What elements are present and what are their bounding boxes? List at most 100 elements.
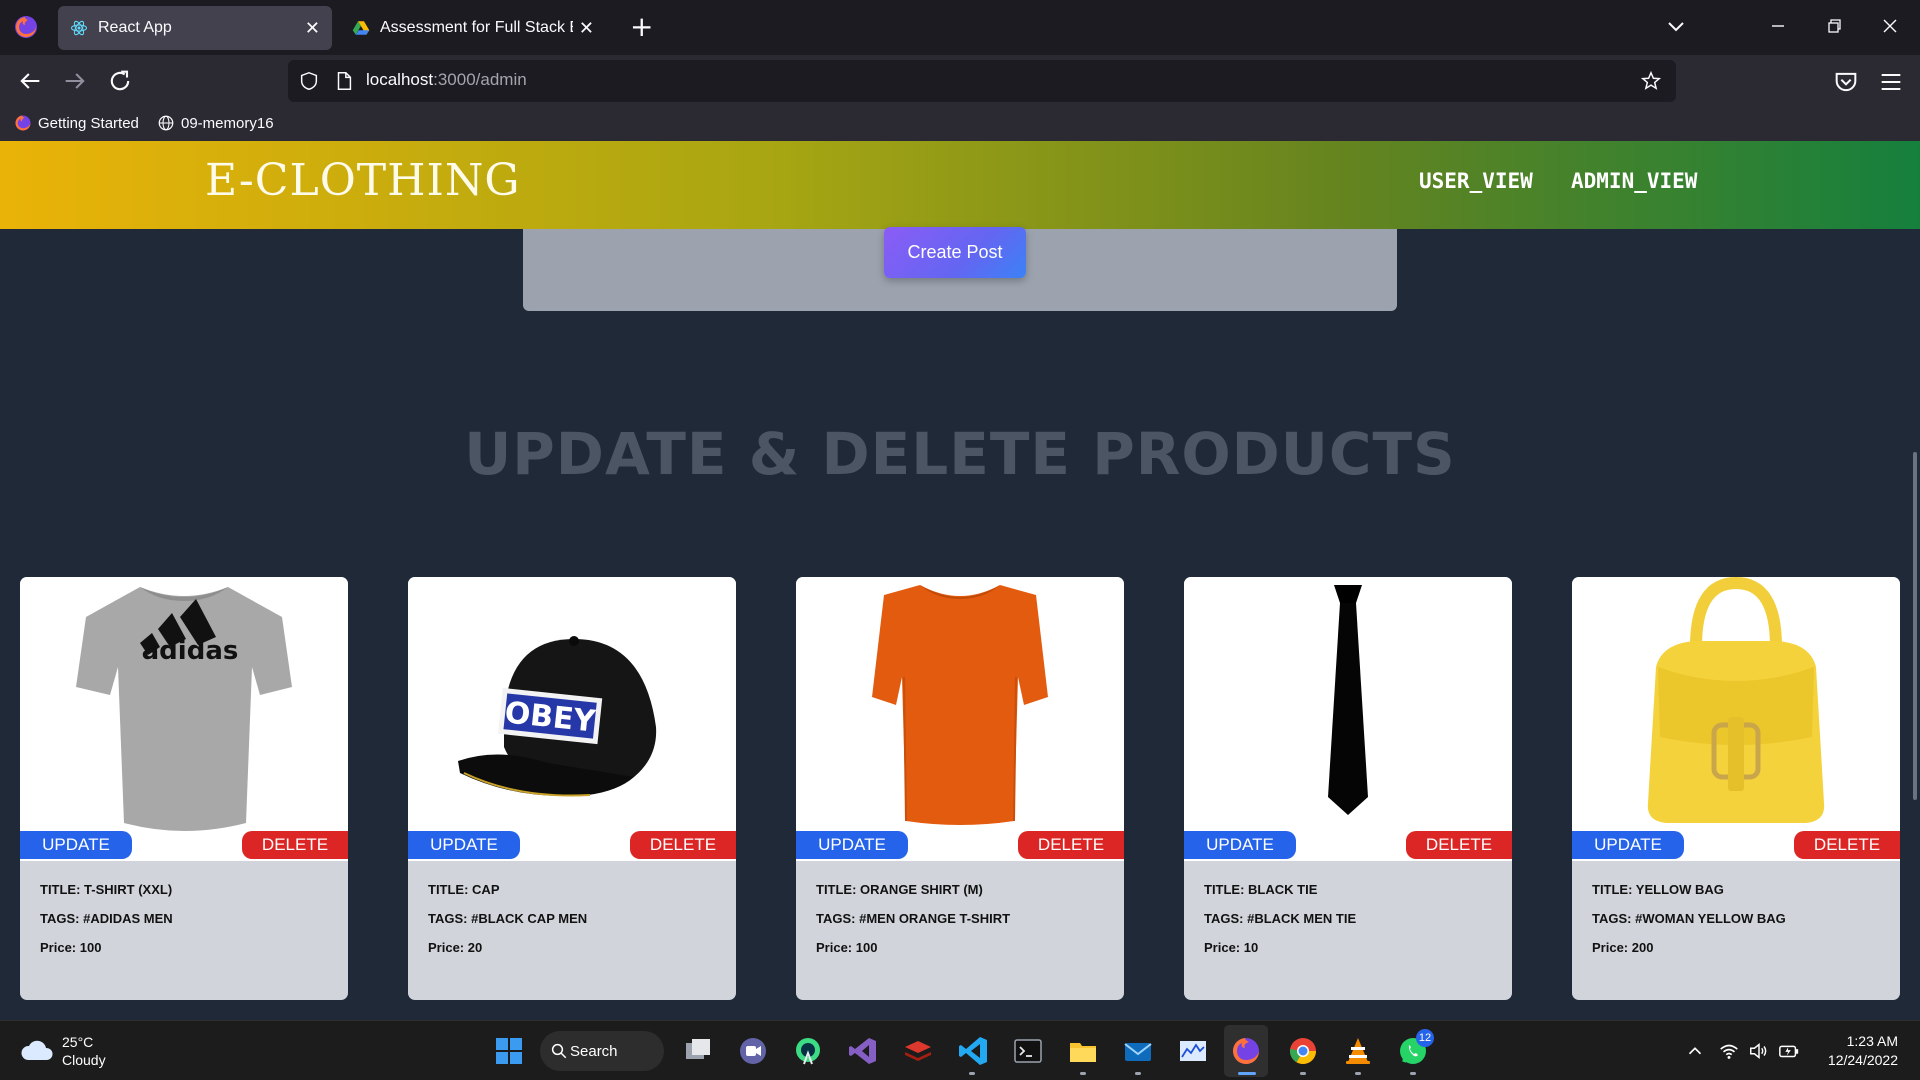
reload-icon[interactable] <box>106 67 134 95</box>
product-price: Price: 100 <box>816 940 878 955</box>
vlc-icon[interactable] <box>1342 1035 1374 1067</box>
weather-temp: 25°C <box>62 1034 94 1050</box>
nav-user-view[interactable]: USER_VIEW <box>1419 169 1533 193</box>
chrome-icon[interactable] <box>1287 1035 1319 1067</box>
product-tags: TAGS: #MEN ORANGE T-SHIRT <box>816 911 1011 926</box>
taskbar-search[interactable]: Search <box>540 1031 664 1071</box>
running-indicator <box>1300 1072 1306 1075</box>
firefox-taskbar-icon[interactable] <box>1230 1035 1262 1067</box>
windows-start-icon[interactable] <box>493 1035 525 1067</box>
system-clock[interactable]: 1:23 AM 12/24/2022 <box>1816 1032 1898 1070</box>
close-icon[interactable]: ✕ <box>305 18 320 39</box>
weather-widget[interactable]: 25°C Cloudy <box>20 1033 106 1069</box>
google-drive-icon <box>352 21 370 35</box>
firefox-menu-icon[interactable] <box>14 15 38 39</box>
close-icon[interactable]: ✕ <box>579 18 594 39</box>
minimize-icon[interactable] <box>1766 14 1790 38</box>
restore-icon[interactable] <box>1822 14 1846 38</box>
battery-icon[interactable] <box>1778 1040 1800 1062</box>
tab-assessment[interactable]: Assessment for Full Stack Engin ✕ <box>340 6 606 50</box>
weather-desc: Cloudy <box>62 1052 106 1068</box>
pocket-icon[interactable] <box>1832 68 1860 96</box>
browser-navigation-bar: localhost:3000/admin <box>0 55 1920 107</box>
product-info: TITLE: CAP TAGS: #BLACK CAP MEN Price: 2… <box>428 882 587 969</box>
running-indicator <box>1355 1072 1361 1075</box>
orange-tshirt-image <box>872 585 1048 825</box>
visual-studio-icon[interactable] <box>847 1035 879 1067</box>
delete-button[interactable]: DELETE <box>1018 831 1124 859</box>
running-indicator <box>1135 1072 1141 1075</box>
page-info-icon[interactable] <box>334 70 354 92</box>
task-view-icon[interactable] <box>682 1035 714 1067</box>
react-icon <box>70 20 88 36</box>
product-image <box>1184 577 1512 861</box>
product-price: Price: 200 <box>1592 940 1654 955</box>
search-icon <box>551 1043 567 1059</box>
windows-taskbar: 25°C Cloudy Search 12 1:23 AM 12/24/2022 <box>0 1020 1920 1080</box>
terminal-icon[interactable] <box>1012 1035 1044 1067</box>
redis-icon[interactable] <box>902 1035 934 1067</box>
section-title: UPDATE & DELETE PRODUCTS <box>464 420 1456 488</box>
tab-react-app[interactable]: React App ✕ <box>58 6 332 50</box>
page-scrollbar[interactable] <box>1913 452 1917 800</box>
brand-logo[interactable]: E-CLOTHING <box>205 155 521 206</box>
bookmark-star-icon[interactable] <box>1640 70 1662 92</box>
product-card: UPDATE DELETE TITLE: ORANGE SHIRT (M) TA… <box>796 577 1124 1000</box>
black-tie-image <box>1328 585 1368 815</box>
product-price: Price: 20 <box>428 940 483 955</box>
product-card: UPDATE DELETE TITLE: YELLOW BAG TAGS: #W… <box>1572 577 1900 1000</box>
chevron-down-icon[interactable] <box>1664 14 1688 38</box>
product-image: adidas <box>20 577 348 861</box>
create-post-form: Create Post <box>523 227 1397 311</box>
update-button[interactable]: UPDATE <box>408 831 520 859</box>
close-window-icon[interactable] <box>1878 14 1902 38</box>
product-price: Price: 100 <box>40 940 102 955</box>
delete-button[interactable]: DELETE <box>1406 831 1512 859</box>
firefox-icon <box>15 115 31 131</box>
tab-title: Assessment for Full Stack Engin <box>380 19 573 36</box>
product-title: TITLE: T-SHIRT (XXL) <box>40 882 173 897</box>
product-tags: TAGS: #BLACK CAP MEN <box>428 911 588 926</box>
update-button[interactable]: UPDATE <box>1572 831 1684 859</box>
new-tab-button[interactable]: + <box>630 12 653 42</box>
product-tags: TAGS: #BLACK MEN TIE <box>1204 911 1357 926</box>
shield-icon[interactable] <box>298 70 320 92</box>
globe-icon <box>158 115 174 131</box>
update-button[interactable]: UPDATE <box>20 831 132 859</box>
android-studio-icon[interactable] <box>792 1035 824 1067</box>
forward-arrow-icon[interactable] <box>61 67 89 95</box>
grey-tshirt-image: adidas <box>76 587 292 831</box>
running-indicator <box>1410 1072 1416 1075</box>
bookmark-getting-started[interactable]: Getting Started <box>14 114 139 132</box>
delete-button[interactable]: DELETE <box>1794 831 1900 859</box>
app-header: E-CLOTHING USER_VIEW ADMIN_VIEW <box>0 141 1920 229</box>
product-card: OBEY UPDATE DELETE TITLE: CAP TAGS: #BLA… <box>408 577 736 1000</box>
bookmark-memory16[interactable]: 09-memory16 <box>157 114 274 132</box>
chevron-up-icon[interactable] <box>1684 1040 1706 1062</box>
delete-button[interactable]: DELETE <box>630 831 736 859</box>
teams-chat-icon[interactable] <box>737 1035 769 1067</box>
product-info: TITLE: YELLOW BAG TAGS: #WOMAN YELLOW BA… <box>1592 882 1786 969</box>
product-info: TITLE: BLACK TIE TAGS: #BLACK MEN TIE Pr… <box>1204 882 1356 969</box>
hamburger-menu-icon[interactable] <box>1877 68 1905 96</box>
mail-icon[interactable] <box>1122 1035 1154 1067</box>
nav-admin-view[interactable]: ADMIN_VIEW <box>1571 169 1697 193</box>
create-post-button[interactable]: Create Post <box>884 227 1026 278</box>
url-text[interactable]: localhost:3000/admin <box>366 70 527 90</box>
vscode-icon[interactable] <box>957 1035 989 1067</box>
product-price: Price: 10 <box>1204 940 1259 955</box>
update-button[interactable]: UPDATE <box>1184 831 1296 859</box>
resource-monitor-icon[interactable] <box>1177 1035 1209 1067</box>
clock-date: 12/24/2022 <box>1827 1052 1898 1068</box>
delete-button[interactable]: DELETE <box>242 831 348 859</box>
wifi-icon[interactable] <box>1718 1040 1740 1062</box>
speaker-icon[interactable] <box>1748 1040 1770 1062</box>
update-button[interactable]: UPDATE <box>796 831 908 859</box>
product-info: TITLE: T-SHIRT (XXL) TAGS: #ADIDAS MEN P… <box>40 882 173 969</box>
whatsapp-notification-badge: 12 <box>1416 1029 1434 1047</box>
address-bar[interactable]: localhost:3000/admin <box>288 60 1676 102</box>
running-indicator <box>969 1072 975 1075</box>
product-info: TITLE: ORANGE SHIRT (M) TAGS: #MEN ORANG… <box>816 882 1010 969</box>
back-arrow-icon[interactable] <box>16 67 44 95</box>
file-explorer-icon[interactable] <box>1067 1035 1099 1067</box>
